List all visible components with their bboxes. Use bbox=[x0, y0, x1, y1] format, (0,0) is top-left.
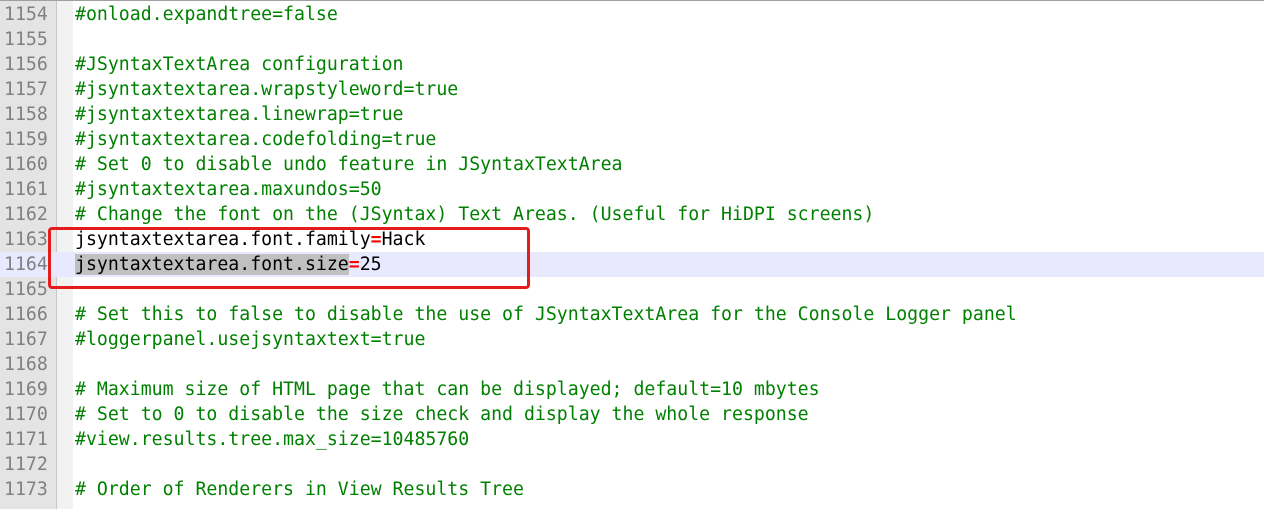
property-value: 25 bbox=[359, 254, 382, 275]
comment-text: # Order of Renderers in View Results Tre… bbox=[75, 479, 524, 500]
line-number: 1171 bbox=[4, 429, 48, 450]
line-number: 1155 bbox=[4, 29, 48, 50]
code-lines[interactable]: 1154 #onload.expandtree=false 1155 1156 … bbox=[0, 2, 1264, 502]
property-value: Hack bbox=[381, 229, 426, 250]
line-number: 1168 bbox=[4, 354, 48, 375]
comment-text: # Set to 0 to disable the size check and… bbox=[75, 404, 809, 425]
line-number: 1154 bbox=[4, 4, 48, 25]
line-number: 1161 bbox=[4, 179, 48, 200]
line-number: 1163 bbox=[4, 229, 48, 250]
line-number: 1167 bbox=[4, 329, 48, 350]
line-number: 1159 bbox=[4, 129, 48, 150]
property-key: jsyntaxtextarea.font.family bbox=[75, 229, 371, 250]
comment-text: #JSyntaxTextArea configuration bbox=[75, 54, 404, 75]
code-line[interactable]: 1167 #loggerpanel.usejsyntaxtext=true bbox=[0, 327, 1264, 352]
line-number: 1165 bbox=[4, 279, 48, 300]
code-line[interactable]: 1156 #JSyntaxTextArea configuration bbox=[0, 52, 1264, 77]
line-number: 1158 bbox=[4, 104, 48, 125]
equals-operator: = bbox=[348, 254, 360, 275]
code-line[interactable]: 1160 # Set 0 to disable undo feature in … bbox=[0, 152, 1264, 177]
comment-text: #view.results.tree.max_size=10485760 bbox=[75, 429, 470, 450]
comment-text: #onload.expandtree=false bbox=[75, 4, 338, 25]
comment-text: #jsyntaxtextarea.maxundos=50 bbox=[75, 179, 382, 200]
code-editor[interactable]: 1154 #onload.expandtree=false 1155 1156 … bbox=[0, 0, 1264, 509]
code-line[interactable]: 1159 #jsyntaxtextarea.codefolding=true bbox=[0, 127, 1264, 152]
code-line[interactable]: 1170 # Set to 0 to disable the size chec… bbox=[0, 402, 1264, 427]
comment-text: # Change the font on the (JSyntax) Text … bbox=[75, 204, 875, 225]
property-line: jsyntaxtextarea.font.size=25 bbox=[75, 252, 382, 277]
comment-text: #jsyntaxtextarea.codefolding=true bbox=[75, 129, 437, 150]
comment-text: #jsyntaxtextarea.wrapstyleword=true bbox=[75, 79, 459, 100]
code-line[interactable]: 1169 # Maximum size of HTML page that ca… bbox=[0, 377, 1264, 402]
comment-text: # Set this to false to disable the use o… bbox=[75, 304, 1017, 325]
code-line-font-size[interactable]: 1164 jsyntaxtextarea.font.size=25 bbox=[0, 252, 1264, 277]
code-line[interactable]: 1171 #view.results.tree.max_size=1048576… bbox=[0, 427, 1264, 452]
code-line[interactable]: 1158 #jsyntaxtextarea.linewrap=true bbox=[0, 102, 1264, 127]
line-number: 1166 bbox=[4, 304, 48, 325]
code-line[interactable]: 1172 bbox=[0, 452, 1264, 477]
line-number: 1157 bbox=[4, 79, 48, 100]
line-number: 1160 bbox=[4, 154, 48, 175]
comment-text: #jsyntaxtextarea.linewrap=true bbox=[75, 104, 404, 125]
line-number: 1172 bbox=[4, 454, 48, 475]
selected-property-key: jsyntaxtextarea.font.size bbox=[75, 254, 349, 275]
code-line[interactable]: 1173 # Order of Renderers in View Result… bbox=[0, 477, 1264, 502]
comment-text: # Maximum size of HTML page that can be … bbox=[75, 379, 820, 400]
code-line[interactable]: 1157 #jsyntaxtextarea.wrapstyleword=true bbox=[0, 77, 1264, 102]
code-line[interactable]: 1162 # Change the font on the (JSyntax) … bbox=[0, 202, 1264, 227]
line-number: 1164 bbox=[4, 254, 48, 275]
code-line[interactable]: 1166 # Set this to false to disable the … bbox=[0, 302, 1264, 327]
property-line: jsyntaxtextarea.font.family=Hack bbox=[75, 227, 425, 252]
line-number: 1170 bbox=[4, 404, 48, 425]
line-number: 1173 bbox=[4, 479, 48, 500]
code-line[interactable]: 1168 bbox=[0, 352, 1264, 377]
line-number: 1162 bbox=[4, 204, 48, 225]
code-line[interactable]: 1154 #onload.expandtree=false bbox=[0, 2, 1264, 27]
comment-text: #loggerpanel.usejsyntaxtext=true bbox=[75, 329, 426, 350]
line-number: 1156 bbox=[4, 54, 48, 75]
equals-operator: = bbox=[370, 229, 382, 250]
line-number: 1169 bbox=[4, 379, 48, 400]
comment-text: # Set 0 to disable undo feature in JSynt… bbox=[75, 154, 623, 175]
code-line[interactable]: 1161 #jsyntaxtextarea.maxundos=50 bbox=[0, 177, 1264, 202]
code-line-font-family[interactable]: 1163 jsyntaxtextarea.font.family=Hack bbox=[0, 227, 1264, 252]
code-line[interactable]: 1155 bbox=[0, 27, 1264, 52]
code-line[interactable]: 1165 bbox=[0, 277, 1264, 302]
